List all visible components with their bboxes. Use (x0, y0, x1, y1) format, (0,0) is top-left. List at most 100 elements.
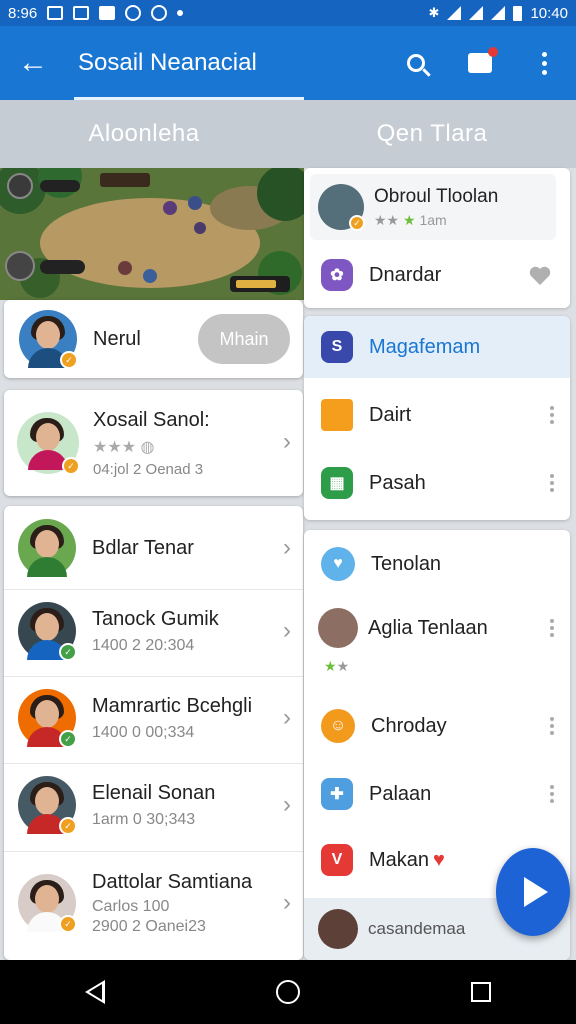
chevron-right-icon: › (283, 791, 291, 818)
arrow-back-icon: ← (18, 46, 48, 79)
heart-icon: ♥ (433, 848, 445, 871)
list-item[interactable]: ✓ Mamrartic Bcehgli 1400 0 00;334 › (4, 686, 303, 750)
avatar: ✓ (17, 412, 80, 475)
featured-contact-card[interactable]: ✓ Xosail Sanol: ★★★ ◍ 04:jol 2 Oenad 3 › (4, 390, 303, 496)
pinned-contact-card[interactable]: ✓ Nerul Mhain (4, 300, 303, 378)
apps-card: S Magafemam Dairt ▦ Pasah (304, 316, 570, 520)
signal-icon (469, 6, 484, 20)
menu-item-magafemam[interactable]: S Magafemam (304, 316, 570, 378)
more-options-button[interactable] (512, 26, 576, 100)
bluetooth-icon: ✱ (428, 5, 440, 20)
menu-item-aglia[interactable]: Aglia Tenlaan (304, 600, 570, 656)
badge-icon: ✓ (59, 915, 77, 933)
more-vert-icon (541, 51, 547, 75)
profile-meta: ★★ ★ 1am (374, 212, 447, 228)
wifi-icon (447, 6, 462, 20)
profile-row[interactable]: ✓ Obroul Tloolan ★★ ★ 1am (310, 174, 556, 240)
app-bar: ← Sosail Neanacial (0, 26, 576, 100)
battery-icon (513, 5, 523, 21)
bird-app-icon: ♥ (321, 547, 355, 581)
status-time-left: 8:96 (8, 4, 38, 22)
profile-card: ✓ Obroul Tloolan ★★ ★ 1am ✿ Dnardar (304, 168, 570, 308)
contact-name: Tanock Gumik (92, 607, 219, 630)
grid-app-icon: ▦ (321, 467, 353, 499)
more-vert-icon[interactable] (550, 406, 554, 424)
avatar (318, 909, 358, 949)
badge-icon: ✓ (59, 730, 77, 748)
tab-first[interactable]: Aloonleha (0, 100, 288, 168)
system-nav-bar (0, 960, 576, 1024)
search-button[interactable] (384, 26, 448, 100)
badge-icon: ✓ (59, 643, 77, 661)
avatar (18, 519, 76, 577)
chevron-right-icon: › (283, 889, 291, 916)
menu-item-dnardar[interactable]: ✿ Dnardar (304, 250, 570, 300)
menu-item-tenolan[interactable]: ♥ Tenolan (304, 536, 570, 592)
menu-item-label: Tenolan (371, 552, 442, 575)
list-item[interactable]: ✓ Tanock Gumik 1400 2 20:304 › (4, 599, 303, 663)
footer-label: casandemaa (368, 919, 466, 938)
list-item[interactable]: ✓ Elenail Sonan 1arm 0 30;343 › (4, 773, 303, 837)
tab-bar: Aloonleha Qen Tlara (0, 100, 576, 168)
rating-stars: ★★★ ◍ (93, 438, 155, 456)
app-title: Sosail Neanacial (78, 49, 257, 76)
list-item[interactable]: Bdlar Tenar › (4, 516, 303, 580)
more-vert-icon[interactable] (550, 474, 554, 492)
nav-home-icon[interactable] (275, 980, 300, 1004)
more-vert-icon[interactable] (550, 619, 554, 637)
v-app-icon: V (321, 844, 353, 876)
notifications-button[interactable] (448, 26, 512, 100)
badge-icon: ✓ (60, 351, 78, 369)
chevron-right-icon: › (283, 534, 291, 561)
avatar: ✓ (318, 184, 365, 231)
contact-meta: 1arm 0 30;343 (92, 810, 196, 828)
folder-icon (321, 399, 353, 431)
menu-item-label: Dairt (369, 403, 412, 426)
tab-second[interactable]: Qen Tlara (288, 100, 576, 168)
nav-back-icon[interactable] (85, 980, 106, 1004)
menu-item-dairt[interactable]: Dairt (304, 384, 570, 446)
contact-meta: 1400 2 20:304 (92, 636, 195, 654)
menu-item-palaan[interactable]: ✚ Palaan (304, 766, 570, 822)
menu-item-label: Aglia Tenlaan (368, 616, 488, 639)
sun-app-icon: ☺ (321, 709, 355, 743)
search-icon (407, 54, 425, 72)
left-panel: ✓ Nerul Mhain ✓ Xosail Sanol: ★★★ ◍ 04:j… (0, 168, 304, 960)
send-fab-button[interactable] (496, 848, 570, 936)
avatar: ✓ (19, 310, 78, 369)
status-time-right: 10:40 (530, 4, 568, 22)
avatar: ✓ (18, 776, 77, 835)
contact-name: Mamrartic Bcehgli (92, 694, 253, 717)
chevron-right-icon: › (283, 704, 291, 731)
menu-item-label: Pasah (369, 471, 426, 494)
contact-meta: 1400 0 00;334 (92, 723, 195, 741)
notification-icon (99, 6, 116, 20)
game-banner-image[interactable] (0, 168, 304, 300)
screenshot-icon (73, 6, 90, 20)
menu-item-label: Dnardar (369, 263, 442, 286)
more-vert-icon[interactable] (550, 717, 554, 735)
heart-icon[interactable] (528, 264, 552, 286)
contact-meta: Carlos 100 (92, 897, 170, 915)
send-icon (524, 877, 548, 907)
pill-action-button[interactable]: Mhain (198, 314, 290, 364)
avatar: ✓ (18, 874, 77, 933)
menu-item-label: Chroday (371, 714, 447, 737)
menu-item-pasah[interactable]: ▦ Pasah (304, 452, 570, 514)
right-panel: ✓ Obroul Tloolan ★★ ★ 1am ✿ Dnardar S Ma… (304, 168, 576, 960)
list-item[interactable]: ✓ Dattolar Samtiana Carlos 100 2900 2 Oa… (4, 861, 303, 945)
alarm-icon (151, 5, 168, 21)
contact-meta: 04:jol 2 Oenad 3 (93, 460, 204, 478)
contacts-list-card: Bdlar Tenar › ✓ Tanock Gumik 1400 2 20:3… (4, 506, 303, 960)
more-vert-icon[interactable] (550, 785, 554, 803)
menu-item-label: Palaan (369, 782, 432, 805)
menu-item-chroday[interactable]: ☺ Chroday (304, 698, 570, 754)
menu-item-label: Makan (369, 848, 430, 871)
avatar: ✓ (18, 602, 77, 661)
nav-recents-icon[interactable] (470, 982, 491, 1002)
back-button[interactable]: ← (0, 26, 66, 100)
contact-name: Xosail Sanol: (93, 408, 210, 431)
contact-name: Bdlar Tenar (92, 536, 194, 559)
clock-icon (125, 5, 142, 21)
badge-icon: ✓ (62, 457, 80, 475)
